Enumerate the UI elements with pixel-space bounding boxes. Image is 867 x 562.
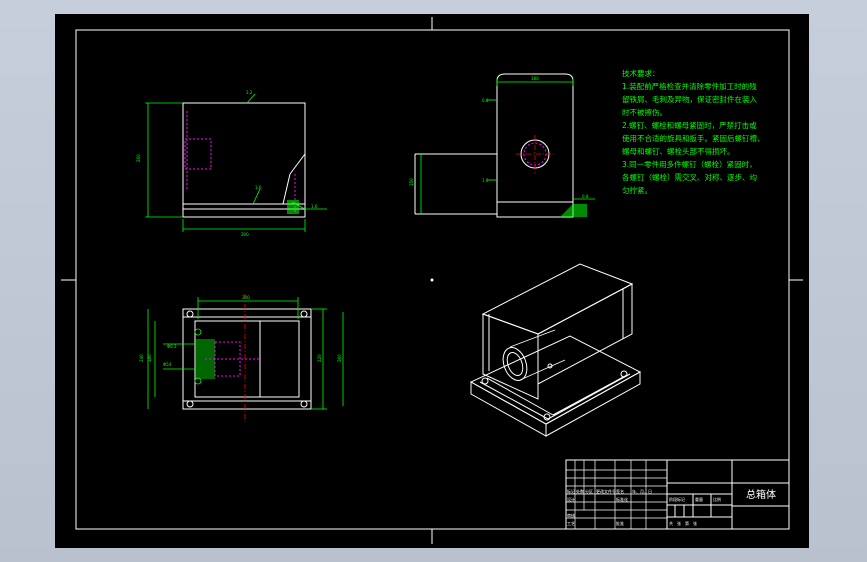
tech-req-line: 螺母和螺钉、螺栓头部不得损坏。 — [622, 146, 735, 156]
tb-col-header: 标记 — [567, 488, 575, 494]
tb-col-header: 分区 — [585, 488, 593, 494]
tb-sheet-info: 共 张 第 张 — [669, 520, 697, 526]
tech-req-line: 匀拧紧。 — [622, 185, 652, 195]
svg-text:Φ54: Φ54 — [163, 362, 172, 367]
tb-row-label: 工艺 — [567, 521, 575, 526]
svg-text:300: 300 — [241, 232, 249, 237]
svg-text:3.2: 3.2 — [246, 90, 253, 95]
svg-text:1.6: 1.6 — [482, 178, 489, 183]
tb-approve: 批准 — [616, 520, 624, 526]
svg-text:1.6: 1.6 — [311, 204, 318, 209]
drawing-sheet: 260 300 3.2 1.6 1.6 180 150 0.8 1.6 0.8 … — [55, 14, 809, 548]
technical-requirements: 技术要求： 1.装配前严格检查并清除零件加工时的残 留铁屑、毛刺及异物，保证密封… — [622, 68, 765, 195]
isometric-view — [469, 263, 642, 437]
side-view: 180 150 0.8 1.6 0.8 — [409, 73, 595, 218]
tech-req-line: 时不被擦伤。 — [622, 107, 667, 117]
svg-text:1.6: 1.6 — [255, 185, 262, 190]
tb-col-header: 年、月、日 — [632, 488, 652, 494]
cad-drawing: 260 300 3.2 1.6 1.6 180 150 0.8 1.6 0.8 … — [61, 17, 803, 544]
svg-text:300: 300 — [242, 295, 250, 300]
tech-req-heading: 技术要求： — [622, 68, 660, 78]
svg-text:0.8: 0.8 — [482, 98, 489, 103]
front-view: 260 300 3.2 1.6 1.6 — [136, 90, 327, 237]
svg-text:260: 260 — [136, 154, 141, 162]
svg-text:180: 180 — [147, 354, 152, 362]
svg-text:Φ6.3: Φ6.3 — [167, 344, 177, 349]
tech-req-line: 1.装配前严格检查并清除零件加工时的残 — [622, 81, 757, 91]
tech-req-line: 使用不合适的旋具和扳手。紧固后螺钉槽、 — [622, 133, 765, 143]
tb-col-header: 签名 — [616, 488, 624, 494]
svg-text:150: 150 — [409, 178, 414, 186]
tb-col-header: 更改文件号 — [596, 488, 616, 494]
tb-col-header: 处数 — [576, 488, 584, 494]
svg-text:0.8: 0.8 — [582, 194, 589, 199]
tech-req-line: 各螺钉（螺栓）需交叉、对称、逐步、均 — [622, 172, 757, 182]
tb-part-name: 总箱体 — [746, 488, 776, 501]
tech-req-line: 留铁屑、毛刺及异物，保证密封件在装入 — [622, 94, 757, 104]
svg-text:220: 220 — [317, 354, 322, 362]
tb-stage-header: 阶段标记 — [669, 496, 685, 502]
svg-text:260: 260 — [337, 354, 342, 362]
tech-req-line: 2.螺钉、螺栓和螺母紧固时，严禁打击或 — [622, 120, 757, 130]
title-block: 标记 处数 分区 更改文件号 签名 年、月、日 设计 标准化 审核 工艺 批准 … — [565, 459, 790, 530]
tb-row-label: 设计 — [567, 496, 575, 502]
tb-weight-header: 重量 — [695, 496, 703, 502]
center-dot — [430, 278, 434, 282]
tb-scale-header: 比例 — [713, 496, 721, 502]
svg-text:240: 240 — [139, 354, 144, 362]
tech-req-line: 3.同一零件用多件螺钉（螺栓）紧固时， — [622, 159, 757, 169]
top-view: 300 220 260 240 180 Φ6.3 Φ54 — [139, 294, 344, 422]
svg-text:180: 180 — [531, 76, 539, 81]
tb-row-label: 审核 — [567, 512, 575, 518]
tb-standardize: 标准化 — [616, 496, 628, 502]
